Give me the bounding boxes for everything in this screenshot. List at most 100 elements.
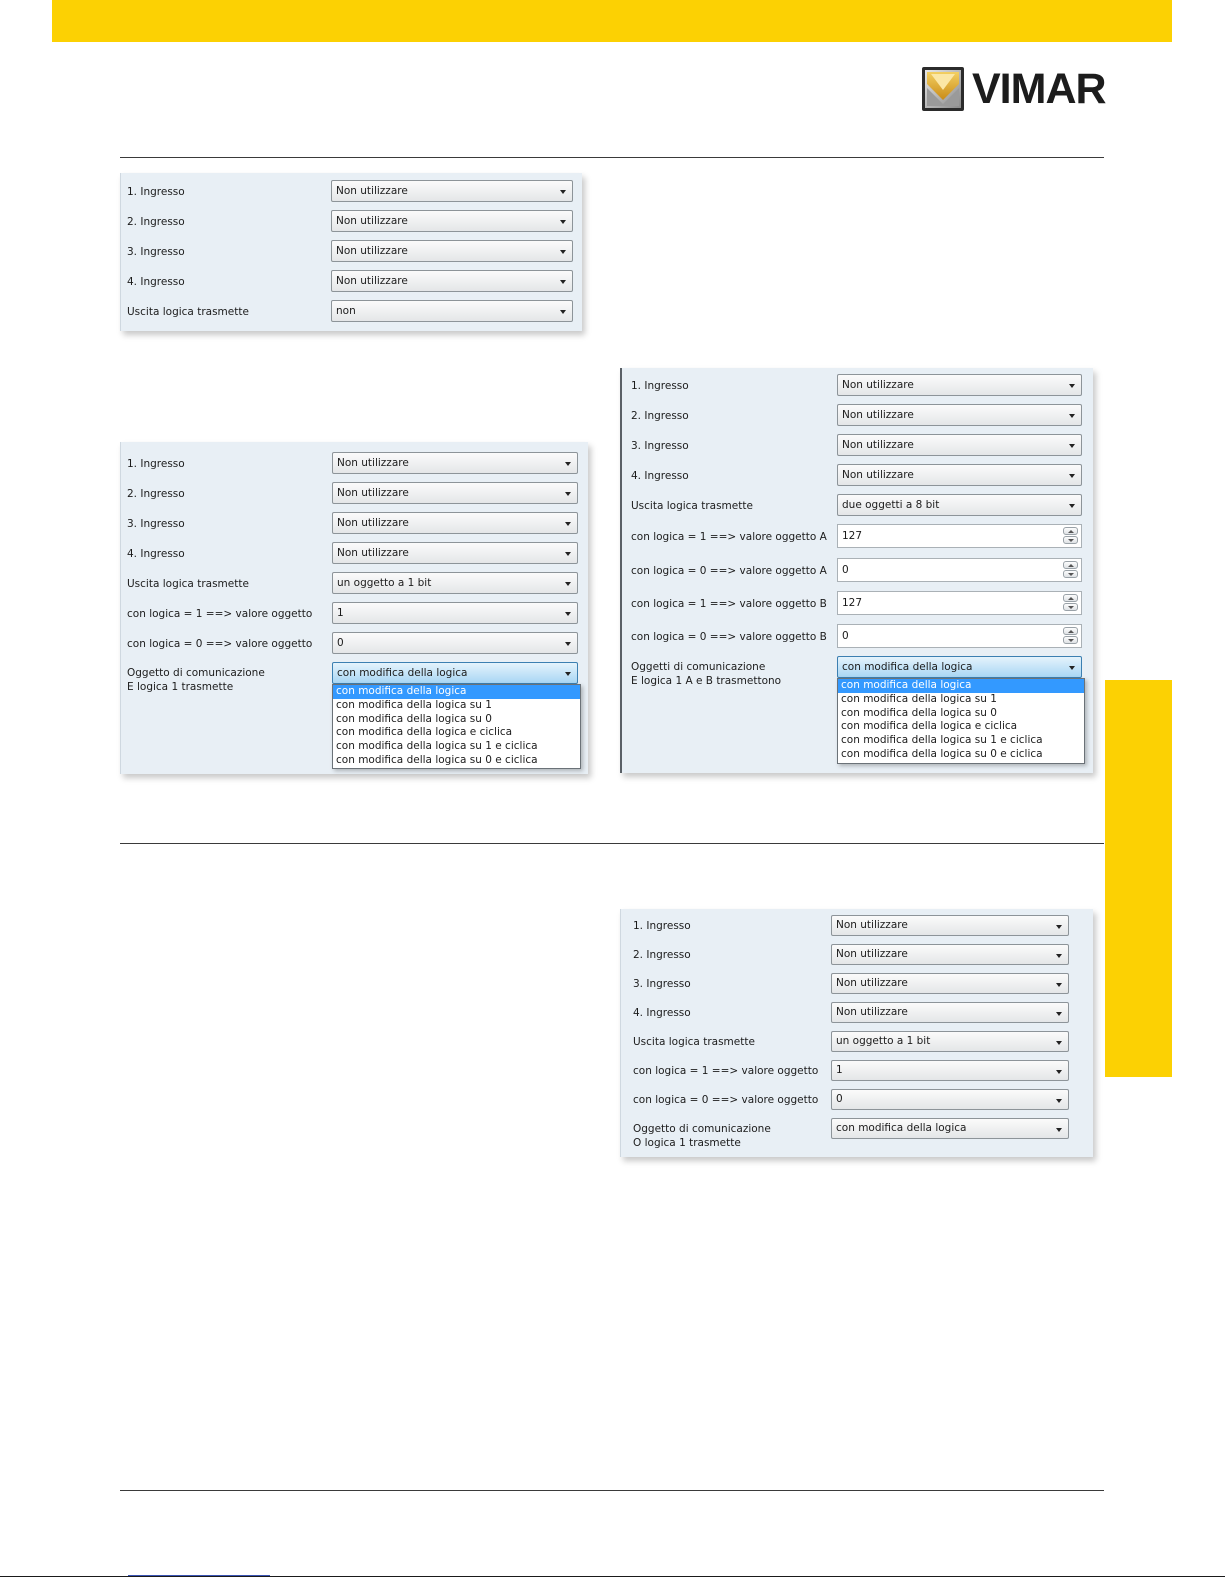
input-1-select[interactable]: Non utilizzare (831, 915, 1069, 936)
comm-object-select[interactable]: con modifica della logica (831, 1118, 1069, 1139)
parameter-label: con logica = 0 ==> valore oggetto A (631, 565, 827, 577)
value-b-logic-0-field[interactable]: 0 (837, 624, 1082, 648)
chevron-down-icon (565, 552, 571, 556)
logic-1-value-select[interactable]: 1 (332, 602, 578, 624)
vimar-logo-text: VIMAR (972, 65, 1107, 113)
parameter-label: Uscita logica trasmette (127, 578, 249, 590)
chevron-down-icon (1056, 1099, 1062, 1103)
chevron-down-icon (1069, 474, 1075, 478)
dropdown-option[interactable]: con modifica della logica su 1 e ciclica (333, 740, 580, 754)
logic-0-value-select[interactable]: 0 (831, 1089, 1069, 1110)
spin-up-icon[interactable] (1063, 561, 1078, 569)
dropdown-option[interactable]: con modifica della logica su 1 (838, 693, 1084, 707)
parameter-label: 4. Ingresso (127, 548, 185, 560)
parameter-label: 1. Ingresso (631, 380, 689, 392)
value-a-logic-1-field[interactable]: 127 (837, 524, 1082, 548)
input-3-select[interactable]: Non utilizzare (332, 512, 578, 534)
dropdown-option[interactable]: con modifica della logica (838, 679, 1084, 693)
dropdown-option[interactable]: con modifica della logica (333, 685, 580, 699)
logic-output-select[interactable]: un oggetto a 1 bit (831, 1031, 1069, 1052)
chevron-down-icon (560, 220, 566, 224)
comm-object-select[interactable]: con modifica della logica (332, 662, 578, 684)
select-value: Non utilizzare (337, 487, 409, 499)
header-yellow-band (52, 0, 1172, 42)
comm-objects-select[interactable]: con modifica della logica (837, 656, 1082, 678)
field-value: 0 (842, 564, 849, 576)
select-value: Non utilizzare (337, 547, 409, 559)
parameter-label: con logica = 1 ==> valore oggetto (633, 1065, 819, 1077)
chevron-down-icon (1069, 384, 1075, 388)
input-4-select[interactable]: Non utilizzare (837, 464, 1082, 486)
parameter-label: 2. Ingresso (633, 949, 691, 961)
logic-output-select[interactable]: un oggetto a 1 bit (332, 572, 578, 594)
parameter-label: 2. Ingresso (631, 410, 689, 422)
logic-output-select[interactable]: non (331, 300, 573, 322)
input-1-select[interactable]: Non utilizzare (837, 374, 1082, 396)
select-value: Non utilizzare (842, 439, 914, 451)
spin-down-icon[interactable] (1063, 536, 1078, 544)
field-value: 127 (842, 597, 863, 609)
parameter-label: 3. Ingresso (633, 978, 691, 990)
input-1-select[interactable]: Non utilizzare (331, 180, 573, 202)
input-3-select[interactable]: Non utilizzare (831, 973, 1069, 994)
select-value: Non utilizzare (336, 245, 408, 257)
chevron-down-icon (1056, 1012, 1062, 1016)
spin-up-icon[interactable] (1063, 527, 1078, 535)
input-2-select[interactable]: Non utilizzare (331, 210, 573, 232)
parameter-label: 3. Ingresso (127, 518, 185, 530)
spin-up-icon[interactable] (1063, 627, 1078, 635)
select-value: 0 (836, 1093, 843, 1105)
spin-down-icon[interactable] (1063, 570, 1078, 578)
parameter-label: con logica = 1 ==> valore oggetto A (631, 531, 827, 543)
select-value: 0 (337, 637, 344, 649)
input-3-select[interactable]: Non utilizzare (331, 240, 573, 262)
input-2-select[interactable]: Non utilizzare (831, 944, 1069, 965)
input-1-select[interactable]: Non utilizzare (332, 452, 578, 474)
spin-down-icon[interactable] (1063, 603, 1078, 611)
parameter-panel-1: 1. Ingresso Non utilizzare 2. Ingresso N… (120, 173, 582, 331)
select-value: un oggetto a 1 bit (836, 1035, 931, 1047)
input-2-select[interactable]: Non utilizzare (332, 482, 578, 504)
input-4-select[interactable]: Non utilizzare (831, 1002, 1069, 1023)
select-value: Non utilizzare (336, 185, 408, 197)
chevron-down-icon (565, 462, 571, 466)
dropdown-option[interactable]: con modifica della logica e ciclica (838, 720, 1084, 734)
vimar-logo-icon (922, 67, 964, 111)
spinner[interactable] (1063, 627, 1078, 645)
select-value: Non utilizzare (836, 1006, 908, 1018)
select-value: con modifica della logica (836, 1122, 967, 1134)
spin-down-icon[interactable] (1063, 636, 1078, 644)
dropdown-option[interactable]: con modifica della logica e ciclica (333, 726, 580, 740)
spinner[interactable] (1063, 527, 1078, 545)
dropdown-option[interactable]: con modifica della logica su 1 (333, 699, 580, 713)
parameter-label: con logica = 1 ==> valore oggetto (127, 608, 313, 620)
value-b-logic-1-field[interactable]: 127 (837, 591, 1082, 615)
value-a-logic-0-field[interactable]: 0 (837, 558, 1082, 582)
dropdown-option[interactable]: con modifica della logica su 0 (333, 713, 580, 727)
logic-1-value-select[interactable]: 1 (831, 1060, 1069, 1081)
dropdown-option[interactable]: con modifica della logica su 1 e ciclica (838, 734, 1084, 748)
parameter-label: Oggetto di comunicazione (633, 1123, 771, 1135)
dropdown-option[interactable]: con modifica della logica su 0 (838, 707, 1084, 721)
comm-objects-dropdown-list: con modifica della logica con modifica d… (837, 678, 1085, 764)
dropdown-option[interactable]: con modifica della logica su 0 e ciclica (838, 748, 1084, 762)
select-value: un oggetto a 1 bit (337, 577, 432, 589)
input-3-select[interactable]: Non utilizzare (837, 434, 1082, 456)
chevron-down-icon (1069, 504, 1075, 508)
parameter-label: Oggetto di comunicazione (127, 667, 265, 679)
input-4-select[interactable]: Non utilizzare (331, 270, 573, 292)
chevron-down-icon (1056, 1041, 1062, 1045)
input-4-select[interactable]: Non utilizzare (332, 542, 578, 564)
spinner[interactable] (1063, 594, 1078, 612)
parameter-label: 3. Ingresso (631, 440, 689, 452)
parameter-label: con logica = 1 ==> valore oggetto B (631, 598, 827, 610)
dropdown-option[interactable]: con modifica della logica su 0 e ciclica (333, 754, 580, 768)
input-2-select[interactable]: Non utilizzare (837, 404, 1082, 426)
logic-0-value-select[interactable]: 0 (332, 632, 578, 654)
parameter-label: 1. Ingresso (127, 458, 185, 470)
spin-up-icon[interactable] (1063, 594, 1078, 602)
spinner[interactable] (1063, 561, 1078, 579)
logic-output-select[interactable]: due oggetti a 8 bit (837, 494, 1082, 516)
comm-object-dropdown-list: con modifica della logica con modifica d… (332, 684, 581, 769)
select-value: Non utilizzare (337, 457, 409, 469)
